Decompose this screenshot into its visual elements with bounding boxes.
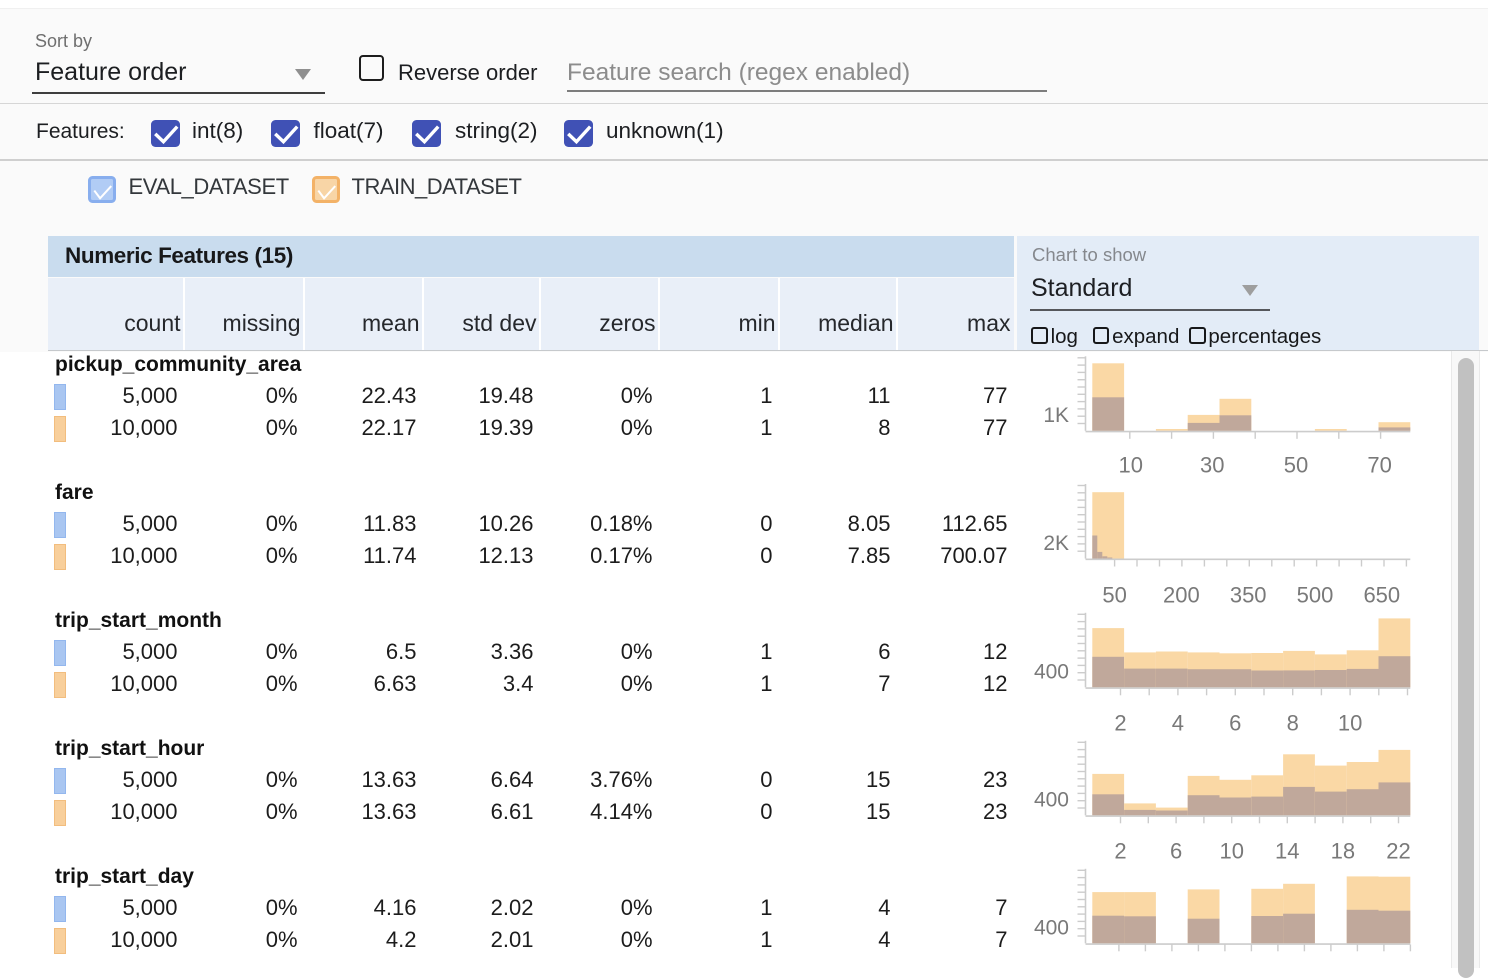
svg-text:10: 10 (1219, 839, 1243, 864)
svg-text:2: 2 (1114, 711, 1126, 736)
svg-text:2: 2 (1114, 839, 1126, 864)
svg-text:400: 400 (1034, 917, 1069, 940)
svg-text:6: 6 (1170, 839, 1182, 864)
svg-text:4: 4 (1172, 711, 1184, 736)
svg-text:70: 70 (1367, 453, 1391, 478)
svg-text:400: 400 (1034, 661, 1069, 684)
svg-text:650: 650 (1363, 583, 1400, 608)
svg-text:6: 6 (1229, 711, 1241, 736)
svg-text:10: 10 (1119, 453, 1143, 478)
svg-text:400: 400 (1034, 789, 1069, 812)
svg-text:50: 50 (1102, 583, 1126, 608)
svg-text:8: 8 (1287, 711, 1299, 736)
svg-text:10: 10 (1338, 711, 1362, 736)
svg-text:14: 14 (1275, 839, 1299, 864)
svg-text:18: 18 (1331, 839, 1355, 864)
svg-text:22: 22 (1386, 839, 1410, 864)
svg-text:50: 50 (1284, 453, 1308, 478)
svg-text:200: 200 (1163, 583, 1200, 608)
svg-text:1K: 1K (1043, 404, 1069, 427)
svg-text:500: 500 (1297, 583, 1334, 608)
svg-text:350: 350 (1230, 583, 1267, 608)
svg-text:2K: 2K (1043, 532, 1069, 555)
svg-text:30: 30 (1200, 453, 1224, 478)
